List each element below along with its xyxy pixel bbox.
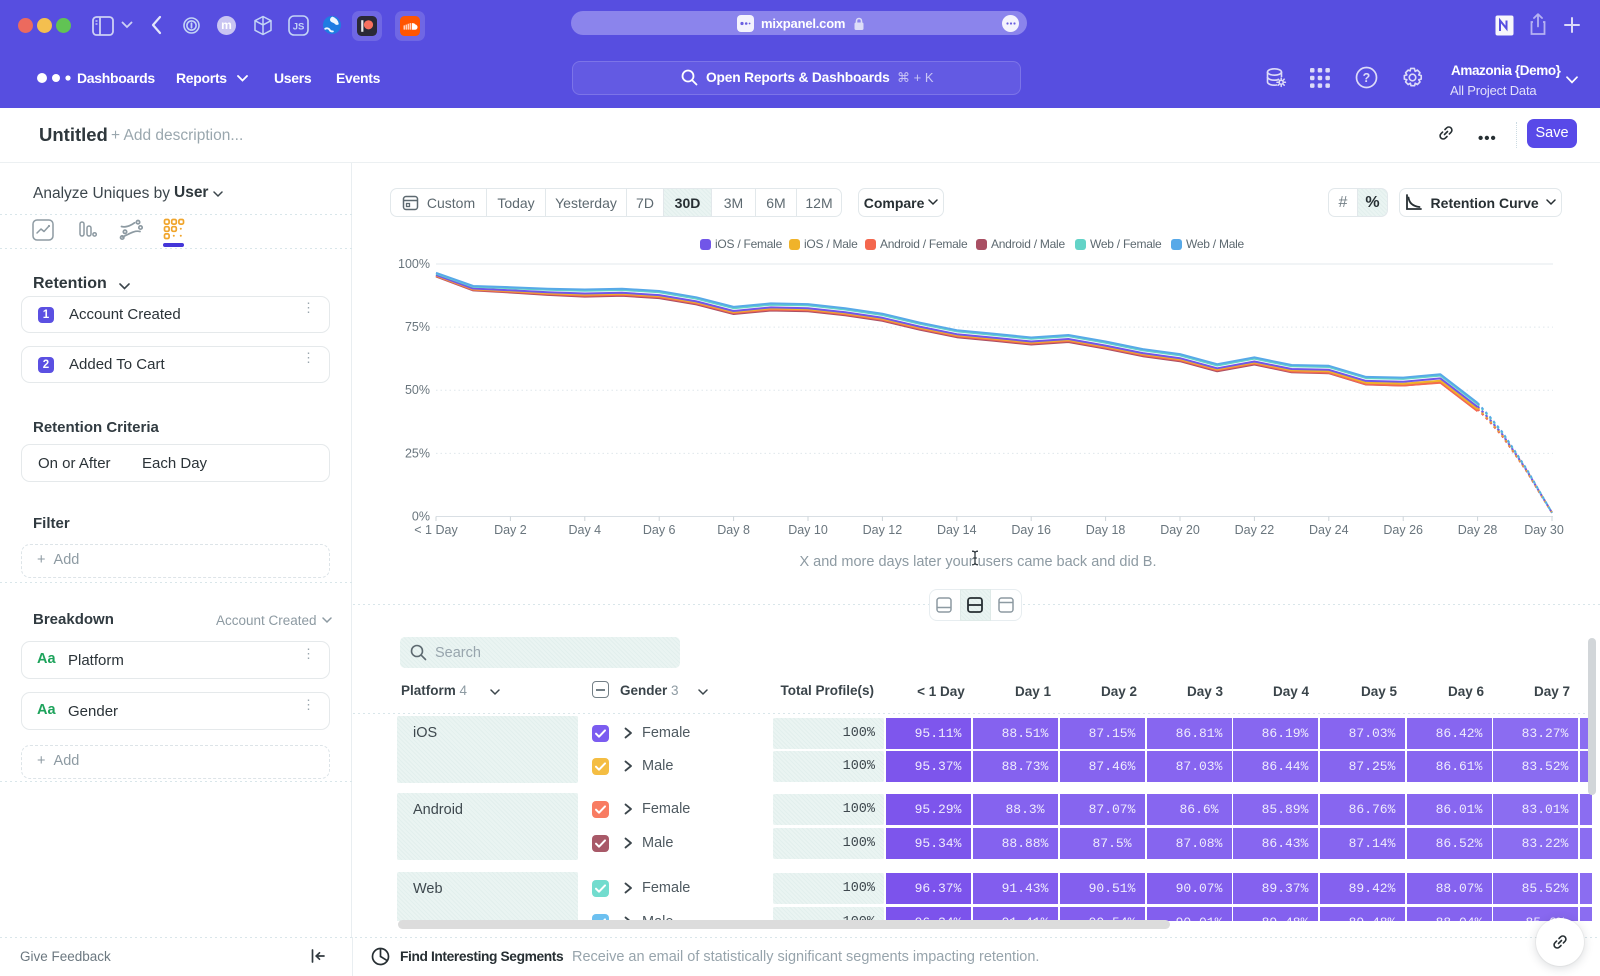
- svg-text:Day 4: Day 4: [568, 523, 601, 537]
- svg-text:Day 14: Day 14: [937, 523, 977, 537]
- svg-text:Day 16: Day 16: [1011, 523, 1051, 537]
- svg-text:50%: 50%: [405, 383, 430, 397]
- svg-text:Day 26: Day 26: [1383, 523, 1423, 537]
- svg-text:75%: 75%: [405, 320, 430, 334]
- svg-text:Day 12: Day 12: [863, 523, 903, 537]
- svg-text:?: ?: [1363, 71, 1371, 85]
- svg-text:25%: 25%: [405, 446, 430, 460]
- svg-text:Day 30: Day 30: [1524, 523, 1564, 537]
- svg-text:Day 2: Day 2: [494, 523, 527, 537]
- svg-text:Day 24: Day 24: [1309, 523, 1349, 537]
- svg-text:Day 10: Day 10: [788, 523, 828, 537]
- svg-text:0%: 0%: [412, 510, 430, 524]
- svg-text:Day 8: Day 8: [717, 523, 750, 537]
- svg-text:Day 6: Day 6: [643, 523, 676, 537]
- svg-text:Day 28: Day 28: [1458, 523, 1498, 537]
- svg-text:< 1 Day: < 1 Day: [414, 523, 458, 537]
- svg-text:Day 20: Day 20: [1160, 523, 1200, 537]
- svg-text:100%: 100%: [398, 257, 430, 271]
- svg-text:JS: JS: [293, 22, 305, 33]
- svg-text:Day 18: Day 18: [1086, 523, 1126, 537]
- svg-text:Day 22: Day 22: [1235, 523, 1275, 537]
